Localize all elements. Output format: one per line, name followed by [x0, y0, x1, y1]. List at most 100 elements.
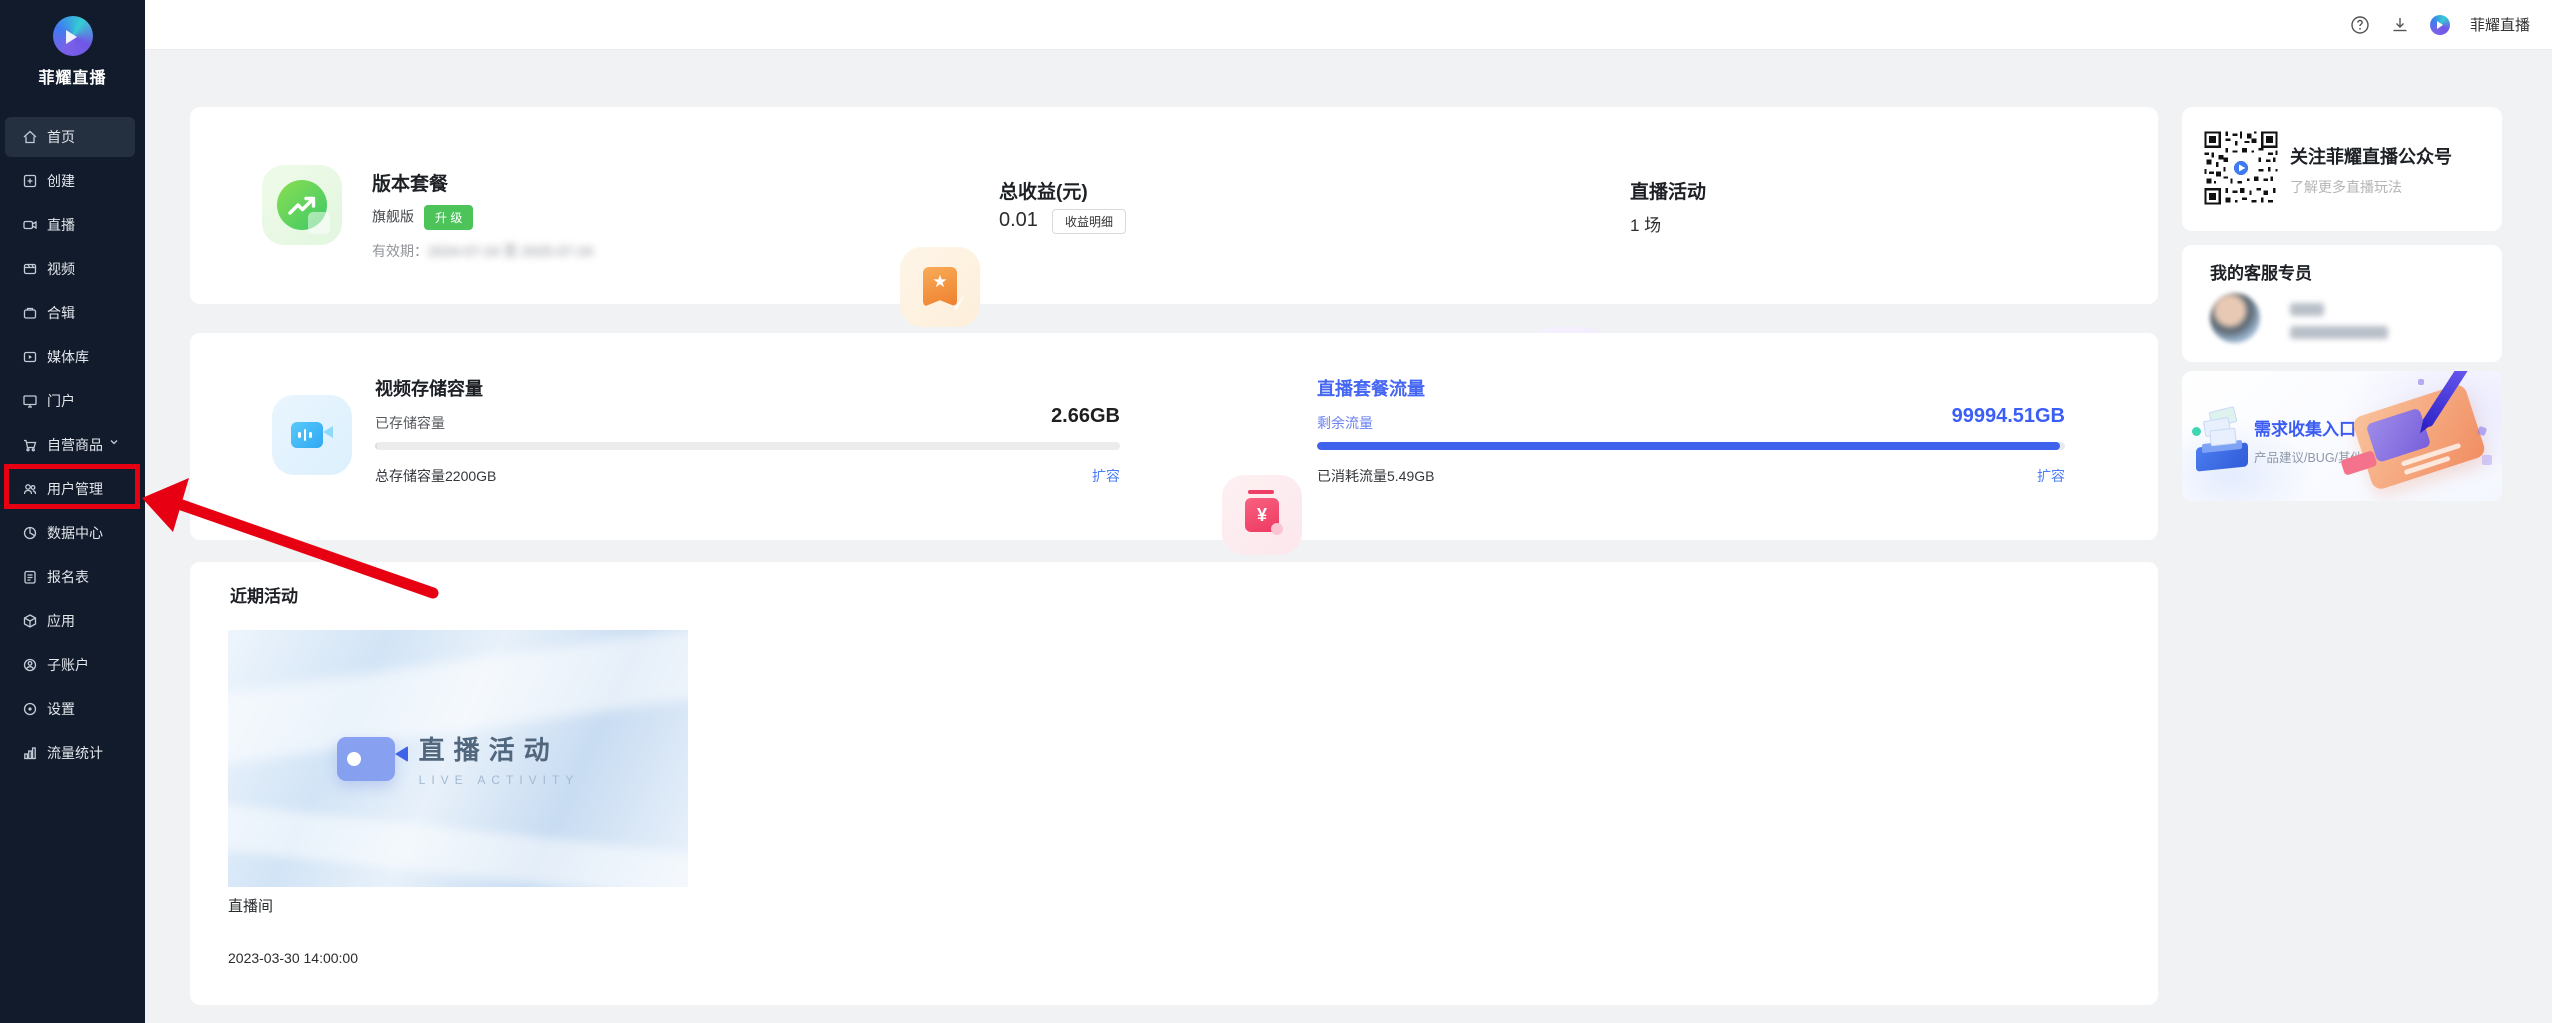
traffic-title[interactable]: 直播套餐流量	[1317, 375, 1425, 401]
sidebar-item-user-management[interactable]: 用户管理	[0, 467, 145, 511]
sidebar-item-label: 子账户	[47, 655, 89, 675]
sidebar-item-label: 直播	[47, 215, 75, 235]
sidebar-item-label: 门户	[47, 391, 75, 411]
album-icon	[22, 305, 38, 321]
sidebar-menu: 首页 创建 直播 视频 合辑 媒体库 门户 自营商品	[0, 115, 145, 775]
revenue-title: 总收益(元)	[999, 177, 1088, 204]
sidebar-item-label: 用户管理	[47, 479, 103, 499]
video-progress-bar	[375, 442, 1120, 450]
activity-name[interactable]: 直播间	[228, 895, 273, 916]
sidebar-item-label: 应用	[47, 611, 75, 631]
settings-icon	[22, 701, 38, 717]
traffic-progress-bar	[1317, 442, 2065, 450]
create-icon	[22, 173, 38, 189]
revenue-value: 0.01	[999, 209, 1038, 231]
sidebar-item-goods[interactable]: 自营商品	[0, 423, 145, 467]
sidebar-item-live[interactable]: 直播	[0, 203, 145, 247]
activity-title: 直播活动	[1630, 177, 1706, 204]
qr-subtitle: 了解更多直播玩法	[2290, 177, 2402, 197]
check-glyph: ✓	[948, 290, 970, 318]
download-icon[interactable]	[2390, 15, 2410, 35]
qr-code	[2202, 129, 2280, 207]
sidebar-item-portal[interactable]: 门户	[0, 379, 145, 423]
feedback-entry-card[interactable]: 需求收集入口 产品建议/BUG/其他	[2182, 371, 2502, 501]
media-library-icon	[22, 349, 38, 365]
activity-count: 1 场	[1630, 211, 1661, 236]
form-icon	[22, 569, 38, 585]
video-expand-link[interactable]: 扩容	[375, 466, 1120, 486]
video-storage-title: 视频存储容量	[375, 375, 483, 401]
header-user-name[interactable]: 菲耀直播	[2470, 14, 2530, 35]
activity-cover[interactable]: 直播活动 LIVE ACTIVITY	[228, 630, 688, 887]
video-storage-icon	[272, 395, 352, 475]
recent-activity-card: 近期活动 直播活动 LIVE ACTIVITY 直播间 2023-03-30 1…	[190, 562, 2158, 1005]
feedback-title: 需求收集入口	[2254, 415, 2356, 440]
sidebar-item-label: 视频	[47, 259, 75, 279]
overview-card: 版本套餐 旗舰版升 级 有效期：2024-07-24 至 2025-07-24 …	[190, 107, 2158, 304]
validity-value: 2024-07-24 至 2025-07-24	[428, 243, 593, 259]
portal-icon	[22, 393, 38, 409]
app-logo-text: 菲耀直播	[38, 64, 106, 88]
subaccount-icon	[22, 657, 38, 673]
traffic-wallet-icon: ¥	[1222, 475, 1302, 555]
service-phone-blurred	[2290, 326, 2388, 339]
plan-trend-icon	[262, 165, 342, 245]
sidebar-item-home[interactable]: 首页	[0, 115, 145, 159]
sidebar-item-data-center[interactable]: 数据中心	[0, 511, 145, 555]
goods-icon	[22, 437, 38, 453]
recent-activity-title: 近期活动	[230, 582, 298, 607]
sidebar-item-media-library[interactable]: 媒体库	[0, 335, 145, 379]
sidebar-item-label: 首页	[47, 127, 75, 147]
traffic-expand-link[interactable]: 扩容	[1317, 466, 2065, 486]
sidebar-item-label: 流量统计	[47, 743, 103, 763]
revenue-star-icon: ★ ✓	[900, 247, 980, 327]
apps-icon	[22, 613, 38, 629]
cover-subtitle: LIVE ACTIVITY	[419, 773, 580, 787]
sidebar-item-form[interactable]: 报名表	[0, 555, 145, 599]
sidebar-item-label: 数据中心	[47, 523, 103, 543]
home-icon	[22, 129, 38, 145]
official-account-card: 关注菲耀直播公众号 了解更多直播玩法	[2182, 107, 2502, 231]
sidebar-item-settings[interactable]: 设置	[0, 687, 145, 731]
sidebar-item-label: 设置	[47, 699, 75, 719]
video-used-value: 2.66GB	[375, 405, 1120, 428]
activity-time: 2023-03-30 14:00:00	[228, 950, 358, 966]
plan-title: 版本套餐	[372, 169, 448, 196]
sidebar-item-label: 媒体库	[47, 347, 89, 367]
feedback-printer-illustration	[2192, 407, 2254, 473]
sidebar-item-traffic-stats[interactable]: 流量统计	[0, 731, 145, 775]
traffic-remain-value: 99994.51GB	[1317, 405, 2065, 428]
app-logo: 菲耀直播	[0, 0, 145, 88]
users-icon	[22, 481, 38, 497]
service-title: 我的客服专员	[2210, 259, 2312, 284]
sidebar-item-apps[interactable]: 应用	[0, 599, 145, 643]
chevron-down-icon	[109, 437, 125, 453]
service-name-blurred	[2290, 303, 2324, 316]
qr-title: 关注菲耀直播公众号	[2290, 143, 2452, 169]
app-logo-icon	[53, 16, 93, 56]
cover-title: 直播活动	[419, 730, 580, 767]
sidebar-item-video[interactable]: 视频	[0, 247, 145, 291]
sidebar: 菲耀直播 首页 创建 直播 视频 合辑 媒体库 门户	[0, 0, 145, 1023]
sidebar-item-label: 合辑	[47, 303, 75, 323]
sidebar-item-label: 创建	[47, 171, 75, 191]
data-icon	[22, 525, 38, 541]
sidebar-item-create[interactable]: 创建	[0, 159, 145, 203]
live-icon	[22, 217, 38, 233]
customer-service-card: 我的客服专员	[2182, 245, 2502, 362]
traffic-icon	[22, 745, 38, 761]
sidebar-item-label: 自营商品	[47, 435, 103, 455]
revenue-detail-button[interactable]: 收益明细	[1052, 209, 1126, 234]
sidebar-item-subaccount[interactable]: 子账户	[0, 643, 145, 687]
user-avatar-logo[interactable]	[2430, 15, 2450, 35]
sidebar-item-label: 报名表	[47, 567, 89, 587]
top-header: 菲耀直播	[145, 0, 2552, 50]
storage-card: 视频存储容量 已存储容量 2.66GB 总存储容量2200GB 扩容 ¥ 直播套…	[190, 333, 2158, 540]
sidebar-item-album[interactable]: 合辑	[0, 291, 145, 335]
upgrade-button[interactable]: 升 级	[424, 205, 473, 230]
help-icon[interactable]	[2350, 15, 2370, 35]
cover-camera-icon	[337, 737, 395, 781]
video-icon	[22, 261, 38, 277]
validity-label: 有效期：	[372, 243, 428, 259]
plan-level: 旗舰版	[372, 209, 414, 225]
